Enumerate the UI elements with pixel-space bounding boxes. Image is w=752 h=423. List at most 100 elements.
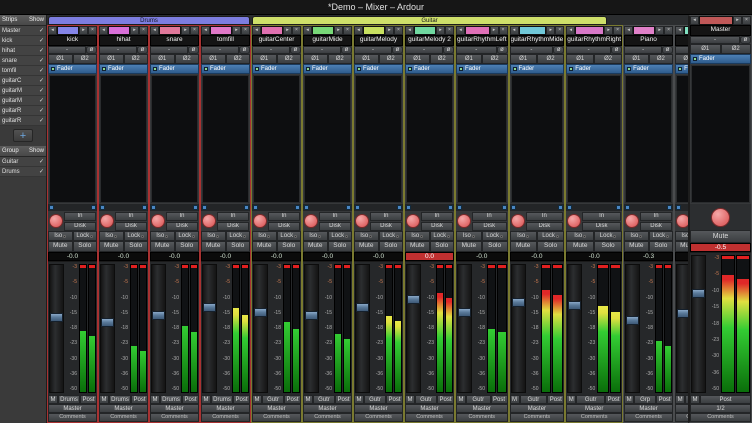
output-button[interactable]: Master	[510, 404, 565, 413]
input-button[interactable]: -	[201, 46, 239, 54]
metering-m-button[interactable]: M	[201, 395, 211, 404]
pan-left-handle[interactable]	[457, 205, 462, 210]
record-arm-button[interactable]	[151, 214, 165, 228]
gain-display[interactable]: -0.0	[566, 252, 622, 261]
trim-knob[interactable]: ø	[740, 36, 751, 44]
meter-point-button[interactable]: Post	[605, 395, 622, 404]
metering-m-button[interactable]: M	[99, 395, 109, 404]
trim-knob[interactable]: ø	[86, 46, 97, 54]
phase-2-button[interactable]: Ø2	[649, 54, 674, 64]
solo-button[interactable]: Solo	[328, 241, 353, 252]
close-icon[interactable]: ×	[499, 26, 508, 35]
close-icon[interactable]: ×	[664, 26, 673, 35]
solo-iso-button[interactable]: Iso	[566, 231, 594, 241]
track-color-chip[interactable]	[575, 26, 604, 35]
scroll-left-button[interactable]: ◂	[354, 26, 363, 35]
solo-iso-button[interactable]: Iso	[303, 231, 328, 241]
comments-button[interactable]: Comments	[566, 413, 622, 422]
pan-left-handle[interactable]	[567, 205, 572, 210]
input-button[interactable]: -	[510, 46, 554, 54]
solo-iso-button[interactable]: Iso	[150, 231, 175, 241]
processor-box[interactable]	[355, 75, 402, 203]
visible-checkbox[interactable]: ✓	[39, 47, 44, 54]
scroll-left-button[interactable]: ◂	[405, 26, 414, 35]
solo-button[interactable]: Solo	[277, 241, 302, 252]
scroll-left-button[interactable]: ◂	[99, 26, 108, 35]
visible-checkbox[interactable]: ✓	[39, 27, 44, 34]
fader-handle[interactable]	[50, 313, 63, 322]
group-button[interactable]: Gutr	[415, 395, 437, 404]
monitor-disk-button[interactable]: Disk	[526, 222, 564, 231]
fader-handle[interactable]	[677, 309, 688, 318]
gain-display[interactable]: -0.3	[624, 252, 673, 261]
track-name-button[interactable]: tomfill	[201, 35, 250, 46]
metering-m-button[interactable]: M	[624, 395, 634, 404]
sidebar-track-row[interactable]: kick ✓	[0, 36, 46, 46]
fader-processor[interactable]: Fader	[150, 64, 199, 74]
record-arm-button[interactable]	[202, 214, 216, 228]
pan-left-handle[interactable]	[253, 205, 258, 210]
trim-knob[interactable]: ø	[239, 46, 250, 54]
close-icon[interactable]: ×	[555, 26, 564, 35]
gain-fader[interactable]	[511, 264, 526, 393]
track-name-button[interactable]: guitarMelody 2	[405, 35, 454, 46]
phase-2-button[interactable]: Ø2	[482, 54, 508, 64]
metering-m-button[interactable]: M	[566, 395, 576, 404]
phase-2-button[interactable]: Ø2	[721, 44, 752, 54]
scroll-right-button[interactable]: ▸	[604, 26, 613, 35]
monitor-input-button[interactable]: In	[115, 212, 147, 221]
input-button[interactable]: -	[48, 46, 86, 54]
gain-display[interactable]: -0.0	[510, 252, 565, 261]
output-button[interactable]: Master	[675, 404, 688, 413]
input-button[interactable]: -	[456, 46, 497, 54]
close-icon[interactable]: ×	[394, 26, 403, 35]
sidebar-track-row[interactable]: Master ✓	[0, 26, 46, 36]
input-button[interactable]: -	[303, 46, 341, 54]
phase-2-button[interactable]: Ø2	[226, 54, 251, 64]
scroll-left-button[interactable]: ◂	[510, 26, 519, 35]
phase-1-button[interactable]: Ø1	[405, 54, 430, 64]
fader-handle[interactable]	[512, 298, 525, 307]
record-arm-button[interactable]	[676, 214, 688, 228]
fader-processor[interactable]: Fader	[99, 64, 148, 74]
track-color-chip[interactable]	[633, 26, 655, 35]
gain-display[interactable]: -0.0	[48, 252, 97, 261]
scroll-left-button[interactable]: ◂	[150, 26, 159, 35]
pan-right-handle[interactable]	[616, 205, 621, 210]
record-arm-button[interactable]	[567, 214, 581, 228]
solo-iso-button[interactable]: Iso	[99, 231, 124, 241]
metering-m-button[interactable]: M	[510, 395, 520, 404]
input-button[interactable]: -	[690, 36, 740, 44]
input-button[interactable]: -	[150, 46, 188, 54]
phase-2-button[interactable]: Ø2	[124, 54, 149, 64]
solo-lock-button[interactable]: Lock	[594, 231, 622, 241]
processor-box[interactable]	[691, 65, 750, 203]
output-button[interactable]: Master	[252, 404, 301, 413]
group-button[interactable]: Gutr	[466, 395, 491, 404]
gain-display[interactable]: -0.0	[303, 252, 352, 261]
input-button[interactable]: -	[624, 46, 662, 54]
phase-1-button[interactable]: Ø1	[675, 54, 688, 64]
output-button[interactable]: Master	[354, 404, 403, 413]
mute-button[interactable]: Mute	[252, 241, 277, 252]
input-button[interactable]: -	[99, 46, 137, 54]
gain-display[interactable]: -0.0	[150, 252, 199, 261]
solo-button[interactable]: Solo	[73, 241, 98, 252]
monitor-input-button[interactable]: In	[421, 212, 453, 221]
monitor-disk-button[interactable]: Disk	[166, 222, 198, 231]
comments-button[interactable]: Comments	[303, 413, 352, 422]
solo-iso-button[interactable]: Iso	[48, 231, 73, 241]
pan-left-handle[interactable]	[676, 205, 681, 210]
fader-processor[interactable]: Fader	[510, 64, 565, 74]
monitor-disk-button[interactable]: Disk	[115, 222, 147, 231]
fader-processor[interactable]: Fader	[456, 64, 508, 74]
close-icon[interactable]: ×	[742, 16, 751, 25]
visible-checkbox[interactable]: ✓	[39, 158, 44, 165]
fader-processor[interactable]: Fader	[624, 64, 673, 74]
fader-handle[interactable]	[101, 318, 114, 327]
gain-fader[interactable]	[100, 264, 115, 393]
group-button[interactable]: Gutr	[576, 395, 605, 404]
phase-1-button[interactable]: Ø1	[99, 54, 124, 64]
input-button[interactable]: -	[405, 46, 443, 54]
comments-button[interactable]: Comments	[405, 413, 454, 422]
